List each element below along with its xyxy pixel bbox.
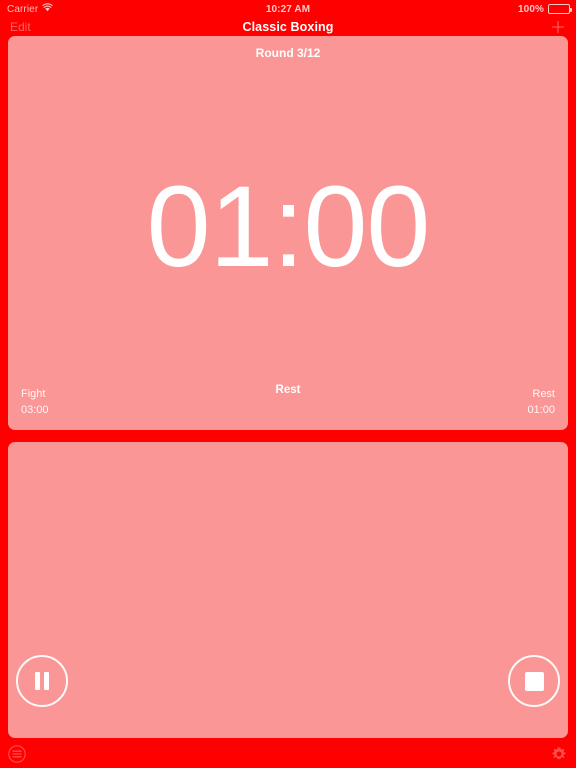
pause-bar-left [35,672,40,690]
stop-icon [524,671,544,691]
countdown-display: 01:00 [146,162,431,291]
list-icon [8,745,26,763]
app-root: Carrier 10:27 AM 100% Edit Classic Boxin… [0,0,576,768]
fight-duration-name: Fight [21,388,46,401]
status-bar-right: 100% [518,3,572,15]
timer-panel: Round 3/12 01:00 Rest Fight 03:00 Rest 0… [8,36,568,430]
fight-duration-stat: Fight 03:00 [21,387,49,419]
rest-duration-value: 01:00 [527,404,555,417]
pause-icon [35,672,49,690]
battery-full-icon [548,4,572,14]
navigation-bar: Edit Classic Boxing [0,18,576,36]
plus-icon [551,20,565,34]
add-button[interactable] [550,19,566,35]
rest-duration-name: Rest [532,388,555,401]
stop-button[interactable] [508,655,560,707]
page-title: Classic Boxing [242,20,334,34]
current-phase-label: Rest [275,384,301,396]
pause-button[interactable] [16,655,68,707]
fight-duration-value: 03:00 [21,404,49,417]
controls-panel [8,442,568,738]
battery-percent-label: 100% [518,3,544,15]
rest-duration-stat: Rest 01:00 [527,387,555,419]
status-bar-clock: 10:27 AM [265,3,311,15]
settings-button[interactable] [548,743,570,765]
bottom-toolbar [0,738,576,768]
status-bar: Carrier 10:27 AM 100% [0,0,576,18]
workouts-list-button[interactable] [6,743,28,765]
pause-bar-right [44,672,49,690]
gear-icon [552,747,566,760]
